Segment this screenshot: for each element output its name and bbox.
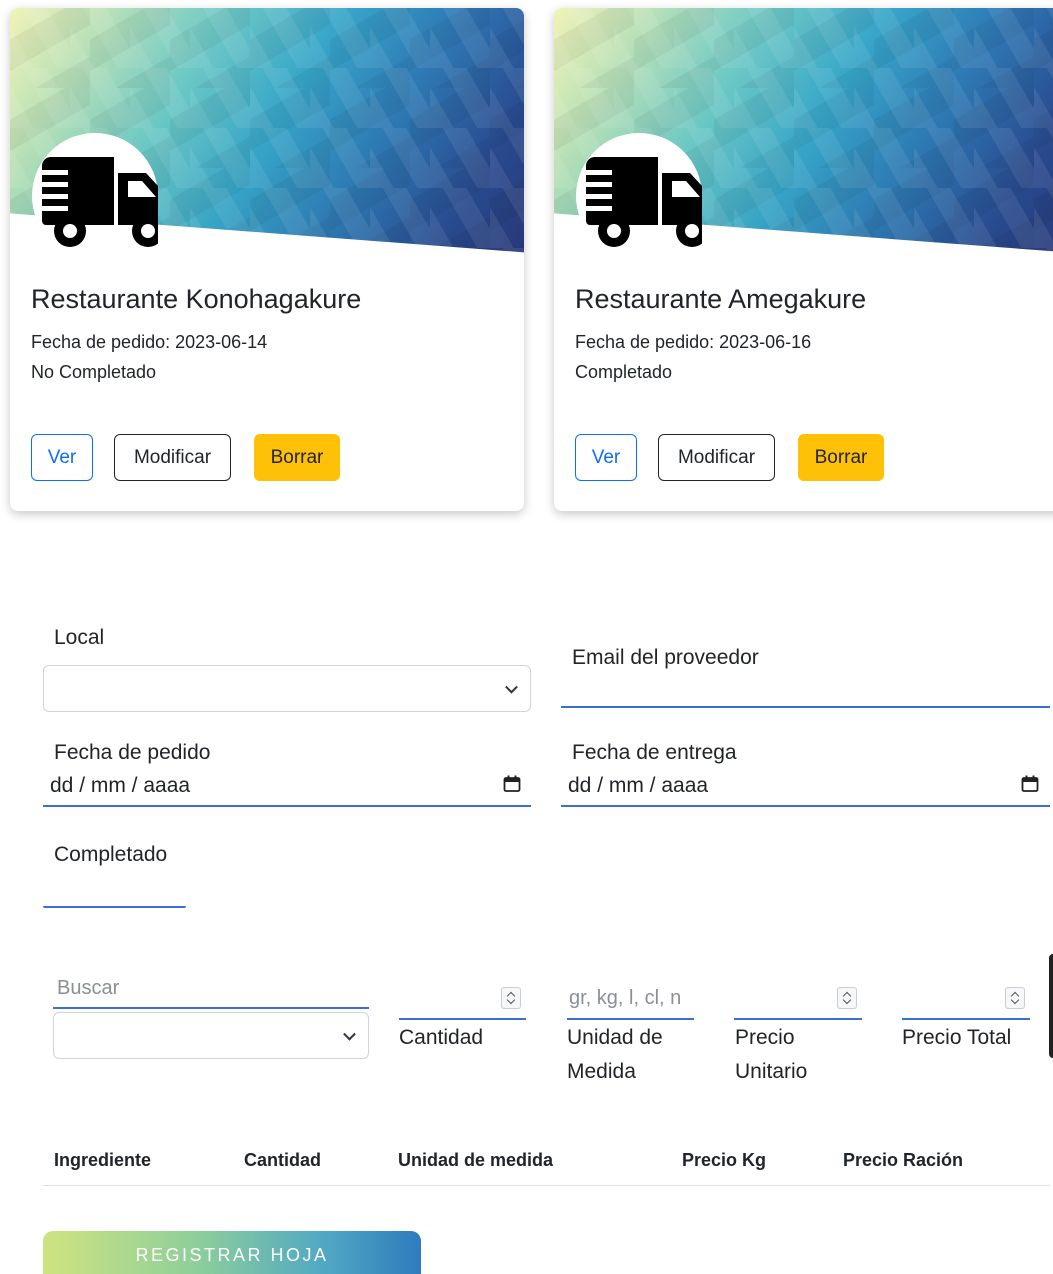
table-header-quantity: Cantidad bbox=[244, 1150, 322, 1170]
total-price-input[interactable] bbox=[902, 1018, 1030, 1020]
unit-label-line1: Unidad de bbox=[567, 1026, 663, 1049]
card-avatar bbox=[576, 133, 702, 259]
unit-input[interactable]: gr, kg, l, cl, n bbox=[569, 987, 681, 1010]
total-price-label: Precio Total bbox=[902, 1026, 1012, 1049]
quantity-stepper[interactable] bbox=[501, 987, 521, 1009]
delete-button[interactable]: Borrar bbox=[798, 434, 884, 481]
chevron-down-icon bbox=[505, 680, 518, 694]
local-label: Local bbox=[54, 626, 105, 649]
order-date: Fecha de pedido: 2023-06-14 bbox=[31, 332, 268, 352]
view-button[interactable]: Ver bbox=[31, 434, 93, 481]
unit-label-line2: Medida bbox=[567, 1060, 636, 1083]
delivery-date-label: Fecha de entrega bbox=[572, 741, 737, 764]
truck-icon bbox=[41, 157, 158, 247]
search-underline bbox=[53, 1007, 369, 1009]
scroll-handle[interactable] bbox=[1049, 954, 1053, 1058]
card-title: Restaurante Amegakure bbox=[575, 284, 867, 314]
chevron-down-icon bbox=[343, 1027, 356, 1041]
delete-button[interactable]: Borrar bbox=[254, 434, 340, 481]
unit-price-label-line2: Unitario bbox=[735, 1060, 808, 1083]
order-card: Restaurante Amegakure Fecha de pedido: 2… bbox=[554, 8, 1053, 511]
unit-underline bbox=[567, 1018, 694, 1020]
calendar-icon[interactable] bbox=[1021, 775, 1039, 793]
card-avatar bbox=[32, 133, 158, 259]
order-date-underline bbox=[43, 805, 531, 807]
register-sheet-button[interactable]: REGISTRAR HOJA bbox=[43, 1231, 421, 1274]
ingredient-select[interactable] bbox=[53, 1012, 369, 1059]
truck-icon bbox=[585, 157, 702, 247]
order-date-input[interactable]: dd / mm / aaaa bbox=[50, 774, 190, 798]
total-price-stepper[interactable] bbox=[1005, 987, 1025, 1009]
table-header-ingredient: Ingrediente bbox=[54, 1150, 152, 1170]
page: Restaurante Konohagakure Fecha de pedido… bbox=[0, 0, 1053, 1274]
delivery-date-underline bbox=[561, 805, 1050, 807]
order-date: Fecha de pedido: 2023-06-16 bbox=[575, 332, 812, 352]
order-date-label: Fecha de pedido bbox=[54, 741, 211, 764]
edit-button[interactable]: Modificar bbox=[658, 434, 775, 481]
edit-button[interactable]: Modificar bbox=[114, 434, 231, 481]
completed-input[interactable] bbox=[43, 906, 186, 908]
table-header-price-kg: Precio Kg bbox=[682, 1150, 767, 1170]
order-card: Restaurante Konohagakure Fecha de pedido… bbox=[10, 8, 524, 511]
card-title: Restaurante Konohagakure bbox=[31, 284, 362, 314]
completed-label: Completado bbox=[54, 843, 168, 866]
unit-price-label-line1: Precio bbox=[735, 1026, 795, 1049]
view-button[interactable]: Ver bbox=[575, 434, 637, 481]
delivery-date-input[interactable]: dd / mm / aaaa bbox=[568, 774, 708, 798]
table-divider bbox=[43, 1185, 1050, 1186]
email-input[interactable] bbox=[561, 706, 1050, 708]
search-input[interactable]: Buscar bbox=[57, 977, 119, 1000]
table-header-unit: Unidad de medida bbox=[398, 1150, 554, 1170]
local-select[interactable] bbox=[43, 665, 531, 712]
unit-price-input[interactable] bbox=[734, 1018, 862, 1020]
calendar-icon[interactable] bbox=[503, 775, 521, 793]
table-header-price-ration: Precio Ración bbox=[843, 1150, 964, 1170]
status-text: Completado bbox=[575, 362, 673, 382]
status-text: No Completado bbox=[31, 362, 157, 382]
unit-price-stepper[interactable] bbox=[837, 987, 857, 1009]
quantity-label: Cantidad bbox=[399, 1026, 484, 1049]
quantity-input[interactable] bbox=[399, 1018, 526, 1020]
email-label: Email del proveedor bbox=[572, 646, 759, 669]
